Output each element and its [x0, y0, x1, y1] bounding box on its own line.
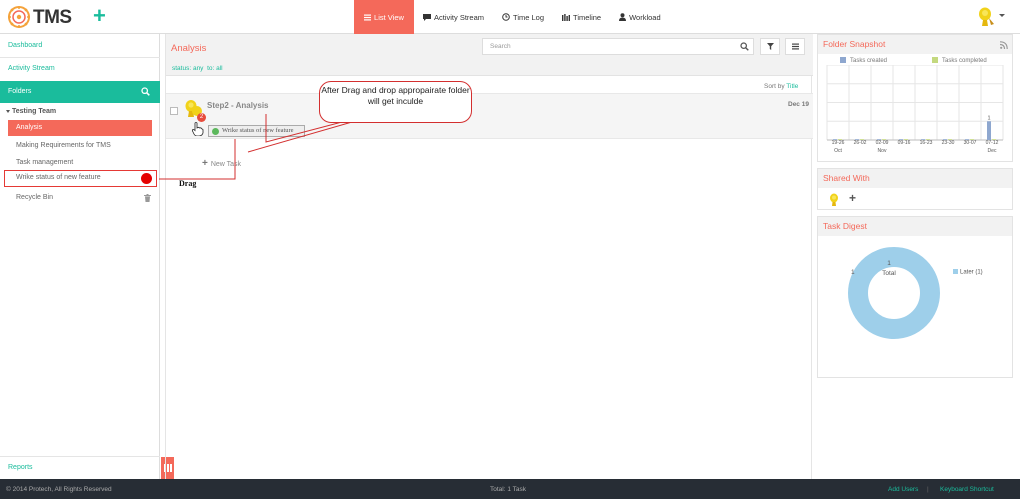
tab-workload[interactable]: Workload: [610, 0, 670, 34]
panel-title: Folder Snapshot: [818, 35, 1012, 54]
divider: [0, 456, 160, 457]
task-digest-panel: Task Digest 1 Total 1 Later (1): [817, 216, 1013, 378]
team-label: Testing Team: [12, 108, 57, 115]
chevron-down-icon[interactable]: [6, 109, 10, 113]
panel-title: Shared With: [818, 169, 1012, 188]
legend-swatch: [840, 57, 846, 63]
legend-swatch: [953, 269, 958, 274]
team-folder[interactable]: Testing Team: [6, 108, 56, 115]
chart-tick-label: 16-23: [919, 140, 933, 146]
folder-item-label: Wrike status of new feature: [16, 174, 101, 181]
add-users-link[interactable]: Add Users: [888, 486, 918, 493]
list-icon: [364, 14, 372, 20]
chart-tick-label: 30-07: [963, 140, 977, 146]
folder-item-requirements[interactable]: Making Requirements for TMS: [16, 142, 111, 149]
chart-data-label: 1: [987, 115, 990, 121]
view-nav: List View Activity Stream Time Log Timel…: [354, 0, 670, 34]
donut-legend-label: Later (1): [960, 269, 983, 276]
chart-tick-label: 02-09: [875, 140, 889, 146]
task-total: Total: 1 Task: [490, 486, 527, 493]
shared-with-panel: Shared With +: [817, 168, 1013, 210]
tab-activity-stream[interactable]: Activity Stream: [414, 0, 493, 34]
chart-bar: [987, 121, 991, 140]
footer: © 2014 Protech, All Rights Reserved Tota…: [0, 479, 1020, 499]
donut-total: 1 Total: [874, 259, 904, 279]
donut-legend: Later (1): [953, 269, 983, 276]
chart-tick-label: 19-26: [831, 140, 845, 146]
annotation-callout: After Drag and drop appropairate folder …: [319, 81, 472, 123]
chart-tick-label: 07-12: [985, 140, 999, 146]
folders-header: Folders: [0, 81, 160, 103]
timeline-icon: [562, 13, 571, 21]
chart-month-label: Dec: [987, 148, 997, 154]
rss-icon[interactable]: [1000, 41, 1008, 49]
logo-icon[interactable]: [6, 5, 32, 29]
tab-time-log[interactable]: Time Log: [493, 0, 553, 34]
chart-tick-label: 09-16: [897, 140, 911, 146]
legend-completed-label: Tasks completed: [942, 58, 987, 64]
keyboard-shortcut-link[interactable]: Keyboard Shortcut: [940, 486, 994, 493]
app-name[interactable]: TMS: [33, 7, 72, 29]
folder-item-drop-target[interactable]: Wrike status of new feature: [4, 170, 157, 187]
right-panel: Folder Snapshot Tasks created Tasks comp…: [817, 34, 1013, 479]
legend-created-label: Tasks created: [850, 58, 888, 64]
chart-tick-label: 23-30: [941, 140, 955, 146]
clock-icon: [502, 13, 510, 21]
chart-tick-label: 26-02: [853, 140, 867, 146]
comment-icon: [423, 13, 431, 21]
user-avatar[interactable]: [976, 6, 996, 28]
folder-snapshot-panel: Folder Snapshot Tasks created Tasks comp…: [817, 34, 1013, 162]
panel-title: Task Digest: [818, 217, 1012, 236]
tab-label: Activity Stream: [434, 12, 485, 22]
drop-marker: [141, 173, 152, 184]
chart-month-label: Nov: [877, 148, 887, 154]
chevron-down-icon[interactable]: [999, 14, 1005, 17]
tab-label: List View: [374, 12, 404, 22]
snapshot-chart: 1: [826, 65, 1004, 141]
sidebar-item-recycle-bin[interactable]: Recycle Bin: [16, 194, 53, 201]
legend-created: Tasks created: [840, 57, 887, 64]
add-share-icon[interactable]: +: [849, 191, 856, 205]
chart-month-label: Oct: [834, 148, 842, 154]
tab-timeline[interactable]: Timeline: [553, 0, 610, 34]
top-bar: TMS + List View Activity Stream Time Log…: [0, 0, 1020, 34]
tab-label: Timeline: [573, 12, 602, 22]
trash-icon[interactable]: [144, 194, 151, 202]
folder-item-analysis[interactable]: Analysis: [8, 120, 152, 136]
add-icon[interactable]: +: [93, 4, 106, 28]
copyright: © 2014 Protech, All Rights Reserved: [6, 486, 112, 493]
sidebar: Dashboard Activity Stream Folders Testin…: [0, 34, 160, 479]
annotation-arrows: [159, 114, 353, 180]
user-icon: [619, 13, 627, 21]
footer-separator: |: [927, 486, 929, 493]
tab-list-view[interactable]: List View: [354, 0, 414, 34]
search-icon[interactable]: [141, 87, 150, 96]
folders-title: Folders: [8, 88, 32, 95]
donut-total-label: Total: [882, 270, 896, 277]
donut-segment-label: 1: [851, 269, 855, 276]
legend-completed: Tasks completed: [932, 57, 987, 64]
main-panel: Analysis status: any to: all Search Sort…: [159, 34, 813, 479]
legend-swatch: [932, 57, 938, 63]
sidebar-item-dashboard[interactable]: Dashboard: [8, 42, 42, 49]
tab-label: Time Log: [513, 12, 545, 22]
tab-label: Workload: [629, 12, 661, 22]
shared-user-avatar[interactable]: [828, 193, 841, 207]
sidebar-item-activity-stream[interactable]: Activity Stream: [8, 65, 55, 72]
sidebar-item-reports[interactable]: Reports: [8, 464, 33, 471]
folder-item-task-management[interactable]: Task management: [16, 159, 73, 166]
donut-total-value: 1: [887, 260, 891, 267]
divider: [0, 57, 160, 58]
